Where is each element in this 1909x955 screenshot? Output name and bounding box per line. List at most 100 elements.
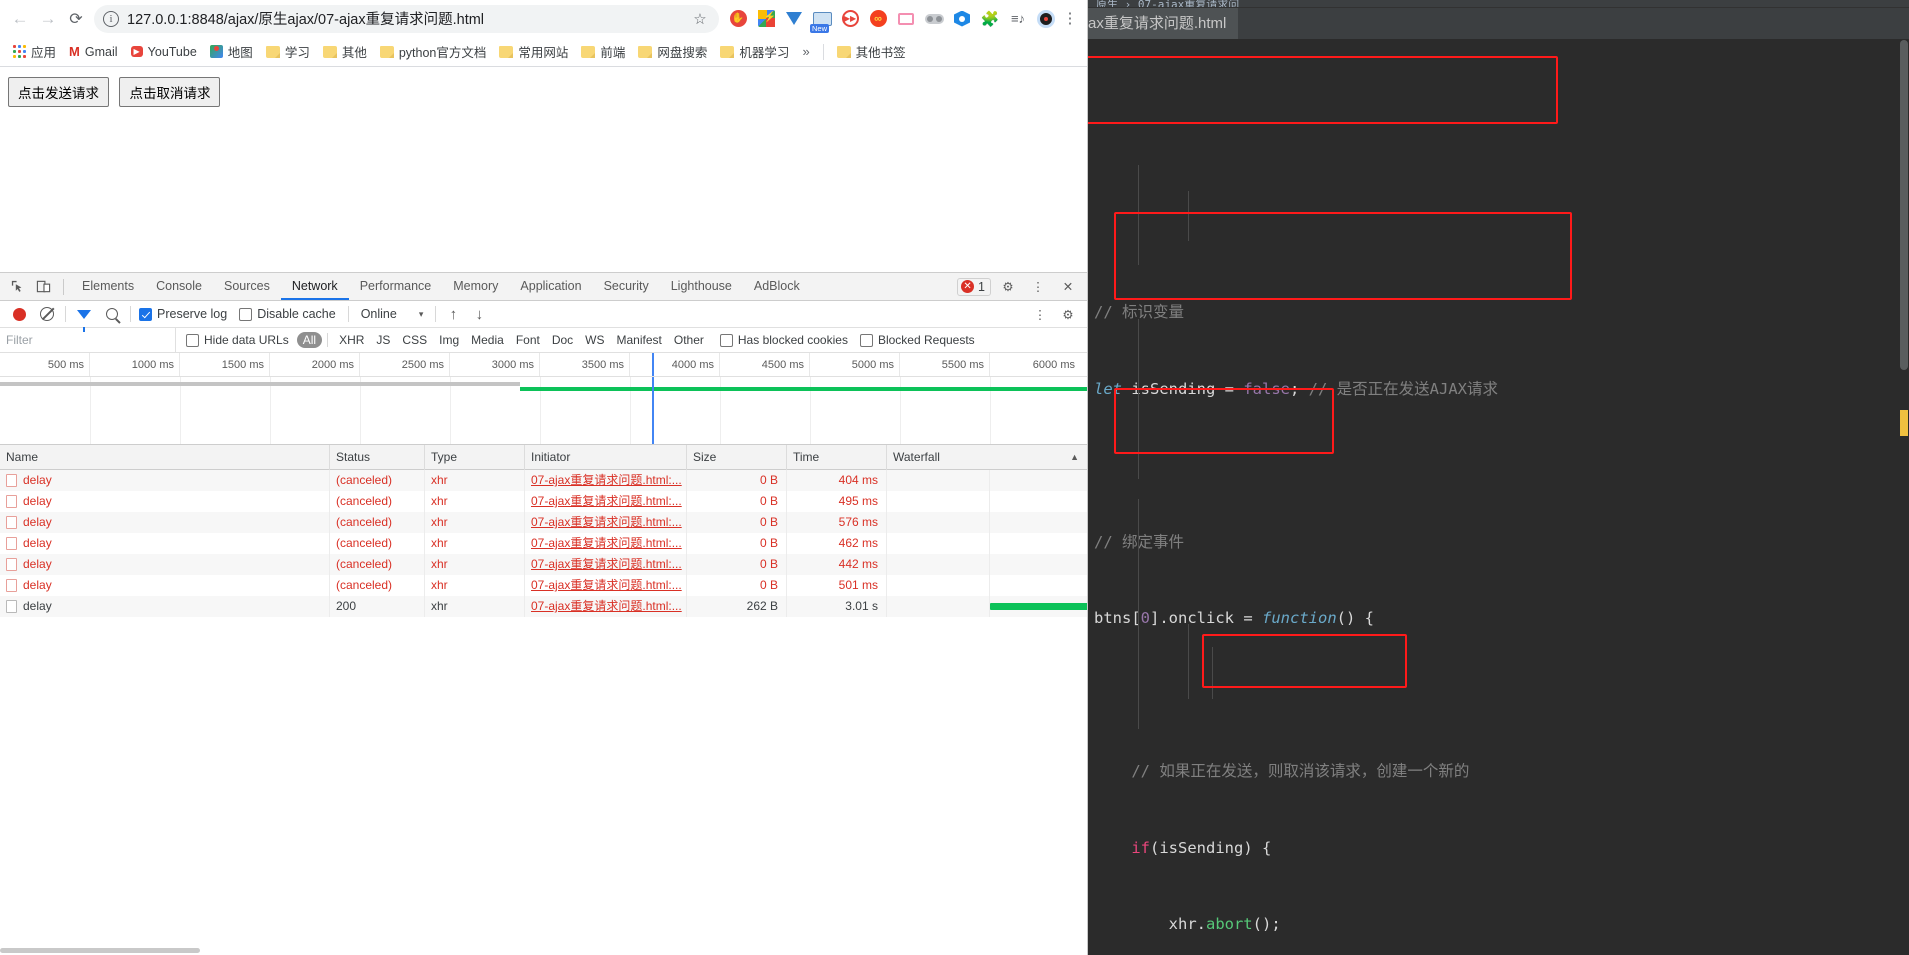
- disable-cache-checkbox[interactable]: Disable cache: [235, 307, 344, 321]
- tab-performance[interactable]: Performance: [349, 273, 443, 300]
- device-toolbar-icon[interactable]: [30, 275, 56, 299]
- bookmark-item-machine-learning[interactable]: 机器学习: [714, 39, 795, 64]
- bookmark-other-bookmarks[interactable]: 其他书签: [831, 39, 912, 64]
- throttling-select[interactable]: Online ▾: [353, 307, 432, 321]
- request-initiator[interactable]: 07-ajax重复请求问题.html:...: [525, 512, 687, 533]
- record-button[interactable]: [5, 301, 33, 327]
- playlist-extension-icon[interactable]: ≡♪: [1005, 6, 1031, 32]
- request-initiator[interactable]: 07-ajax重复请求问题.html:...: [525, 575, 687, 596]
- bookmark-apps[interactable]: 应用: [7, 39, 62, 64]
- table-row[interactable]: delay (canceled) xhr 07-ajax重复请求问题.html:…: [0, 512, 1087, 533]
- type-filter-xhr[interactable]: XHR: [333, 332, 370, 348]
- type-filter-ws[interactable]: WS: [579, 332, 610, 348]
- cancel-request-button[interactable]: 点击取消请求: [119, 77, 221, 107]
- column-header-status[interactable]: Status: [330, 444, 425, 470]
- table-row[interactable]: delay (canceled) xhr 07-ajax重复请求问题.html:…: [0, 491, 1087, 512]
- address-bar[interactable]: i 127.0.0.1:8848/ajax/原生ajax/07-ajax重复请求…: [94, 4, 719, 33]
- network-overview[interactable]: [0, 377, 1087, 445]
- type-filter-media[interactable]: Media: [465, 332, 510, 348]
- colorful-extension-icon[interactable]: ⚡: [753, 6, 779, 32]
- bookmark-item-youtube[interactable]: ▶ YouTube: [125, 42, 203, 62]
- type-filter-all[interactable]: All: [296, 332, 323, 348]
- request-initiator[interactable]: 07-ajax重复请求问题.html:...: [525, 533, 687, 554]
- column-header-size[interactable]: Size: [687, 444, 787, 470]
- type-filter-js[interactable]: JS: [370, 332, 396, 348]
- adblock-extension-icon[interactable]: ✋: [725, 6, 751, 32]
- bookmark-item-netdisk-search[interactable]: 网盘搜索: [632, 39, 713, 64]
- type-filter-other[interactable]: Other: [668, 332, 710, 348]
- site-info-icon[interactable]: i: [103, 10, 119, 27]
- preserve-log-checkbox[interactable]: Preserve log: [135, 307, 235, 321]
- type-filter-css[interactable]: CSS: [396, 332, 433, 348]
- column-header-type[interactable]: Type: [425, 444, 525, 470]
- inspect-element-icon[interactable]: [4, 275, 30, 299]
- blocked-requests-checkbox[interactable]: Blocked Requests: [856, 333, 983, 347]
- type-filter-doc[interactable]: Doc: [546, 332, 579, 348]
- editor-scrollbar-thumb[interactable]: [1900, 40, 1908, 370]
- reload-icon[interactable]: ⟳: [62, 5, 90, 33]
- column-header-name[interactable]: Name: [0, 444, 330, 470]
- tab-console[interactable]: Console: [145, 273, 213, 300]
- hide-data-urls-checkbox[interactable]: Hide data URLs: [176, 333, 297, 347]
- bookmark-star-icon[interactable]: ☆: [691, 10, 709, 28]
- request-initiator[interactable]: 07-ajax重复请求问题.html:...: [525, 491, 687, 512]
- settings-gear-icon[interactable]: ⚙: [995, 275, 1021, 299]
- bookmark-item-qita[interactable]: 其他: [317, 39, 373, 64]
- bookmark-item-frontend[interactable]: 前端: [575, 39, 631, 64]
- request-initiator[interactable]: 07-ajax重复请求问题.html:...: [525, 596, 687, 617]
- devtools-more-icon[interactable]: ⋮: [1025, 275, 1051, 299]
- tab-application[interactable]: Application: [509, 273, 592, 300]
- editor-file-tab[interactable]: ax重复请求问题.html: [1088, 8, 1239, 39]
- table-row[interactable]: delay (canceled) xhr 07-ajax重复请求问题.html:…: [0, 533, 1087, 554]
- glasses-extension-icon[interactable]: [921, 6, 947, 32]
- type-filter-manifest[interactable]: Manifest: [611, 332, 668, 348]
- forward-icon[interactable]: →: [34, 5, 62, 33]
- puzzle-extension-icon[interactable]: 🧩: [977, 6, 1003, 32]
- search-icon[interactable]: [98, 301, 126, 327]
- bookmark-item-maps[interactable]: 地图: [204, 39, 259, 64]
- network-settings-gear-icon[interactable]: ⚙: [1055, 302, 1081, 326]
- tab-network[interactable]: Network: [281, 273, 349, 300]
- tab-memory[interactable]: Memory: [442, 273, 509, 300]
- tab-elements[interactable]: Elements: [71, 273, 145, 300]
- filter-input[interactable]: Filter: [0, 328, 176, 352]
- type-filter-font[interactable]: Font: [510, 332, 546, 348]
- new-badge-extension-icon[interactable]: New: [809, 6, 835, 33]
- tab-lighthouse[interactable]: Lighthouse: [660, 273, 743, 300]
- has-blocked-cookies-checkbox[interactable]: Has blocked cookies: [710, 333, 856, 347]
- back-icon[interactable]: ←: [6, 5, 34, 33]
- diamond-extension-icon[interactable]: [781, 6, 807, 32]
- request-initiator[interactable]: 07-ajax重复请求问题.html:...: [525, 554, 687, 575]
- filter-toggle-icon[interactable]: [70, 301, 98, 332]
- column-header-waterfall[interactable]: Waterfall ▲: [887, 445, 1087, 470]
- tab-adblock[interactable]: AdBlock: [743, 273, 811, 300]
- tv-extension-icon[interactable]: [893, 6, 919, 32]
- bookmark-item-python-docs[interactable]: python官方文档: [374, 39, 493, 64]
- horizontal-scrollbar[interactable]: [0, 946, 1087, 955]
- import-har-icon[interactable]: ↑: [440, 301, 466, 327]
- infinity-extension-icon[interactable]: ∞: [865, 6, 891, 32]
- hexagon-extension-icon[interactable]: [949, 6, 975, 32]
- devtools-close-icon[interactable]: ✕: [1055, 275, 1081, 299]
- table-row[interactable]: delay (canceled) xhr 07-ajax重复请求问题.html:…: [0, 575, 1087, 596]
- column-header-initiator[interactable]: Initiator: [525, 444, 687, 470]
- network-more-icon[interactable]: ⋮: [1027, 302, 1053, 326]
- table-row[interactable]: delay 200 xhr 07-ajax重复请求问题.html:... 262…: [0, 596, 1087, 617]
- fast-forward-extension-icon[interactable]: ▶▶: [837, 6, 863, 32]
- send-request-button[interactable]: 点击发送请求: [8, 77, 109, 107]
- export-har-icon[interactable]: ↓: [466, 301, 492, 327]
- clear-button[interactable]: [33, 301, 61, 327]
- bookmarks-overflow-icon[interactable]: »: [796, 44, 815, 59]
- bookmark-item-common-sites[interactable]: 常用网站: [493, 39, 574, 64]
- request-initiator[interactable]: 07-ajax重复请求问题.html:...: [525, 470, 687, 491]
- bookmark-item-gmail[interactable]: M Gmail: [63, 41, 124, 62]
- tab-sources[interactable]: Sources: [213, 273, 281, 300]
- profile-avatar[interactable]: [1033, 6, 1059, 32]
- tab-security[interactable]: Security: [593, 273, 660, 300]
- chrome-menu-icon[interactable]: ⋮: [1059, 11, 1081, 26]
- type-filter-img[interactable]: Img: [433, 332, 465, 348]
- error-count-badge[interactable]: ✕ 1: [957, 277, 991, 296]
- editor-code-area[interactable]: // 标识变量 let isSending = false; // 是否正在发送…: [1088, 39, 1899, 955]
- table-row[interactable]: delay (canceled) xhr 07-ajax重复请求问题.html:…: [0, 470, 1087, 491]
- column-header-time[interactable]: Time: [787, 444, 887, 470]
